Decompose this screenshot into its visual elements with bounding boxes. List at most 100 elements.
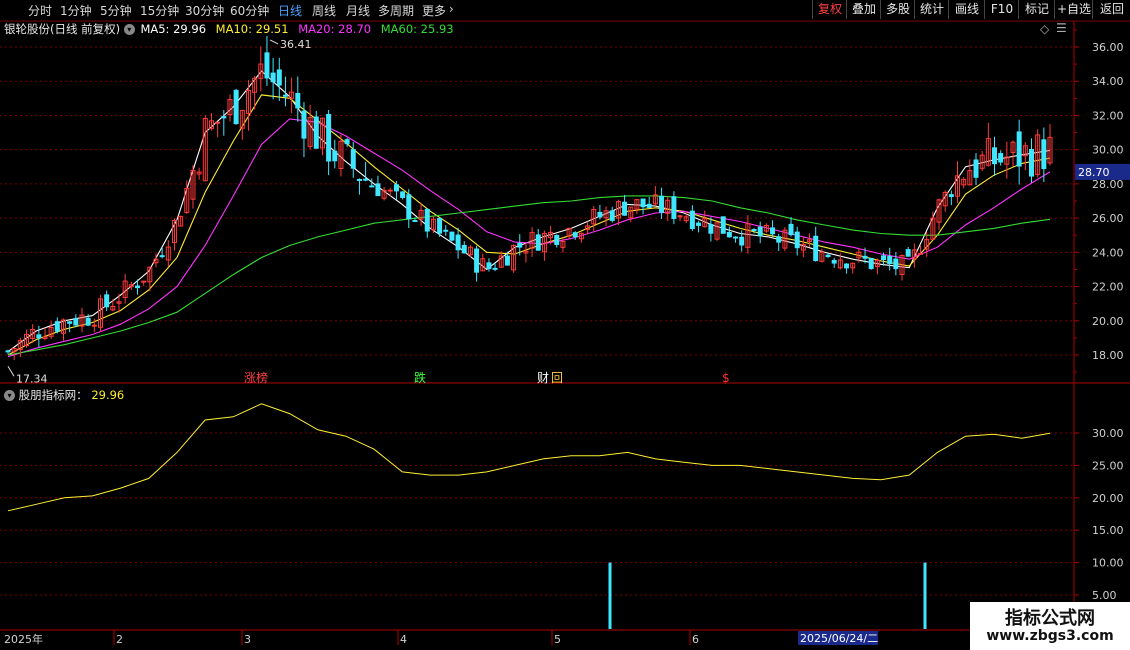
candle-down	[73, 318, 79, 326]
candle-up	[511, 244, 517, 271]
candle-up	[634, 199, 640, 210]
candle-up	[48, 327, 54, 337]
candle-up	[467, 246, 473, 256]
candle-down	[301, 110, 307, 139]
toolbar-button[interactable]: 画线	[948, 0, 985, 19]
candle-down	[406, 194, 412, 220]
diamond-icon[interactable]: ◇	[1040, 22, 1049, 36]
toolbar-button[interactable]: +自选	[1054, 0, 1093, 19]
toolbar-button[interactable]: 统计	[914, 0, 949, 19]
candle-up	[615, 201, 621, 219]
last-price-tag-label: 28.70	[1078, 166, 1110, 179]
candle-down	[708, 223, 714, 234]
candle-up	[930, 217, 936, 240]
candle-down	[282, 94, 288, 97]
candle-down	[134, 285, 140, 289]
indicator-label: 股朋指标网：	[18, 388, 88, 402]
indicator-tick-label: 25.00	[1092, 459, 1124, 472]
candle-down	[973, 159, 979, 178]
month-label: 5	[554, 633, 561, 646]
candle-up	[578, 232, 584, 240]
candle-up	[911, 249, 917, 260]
candle-down	[270, 72, 276, 83]
timeframe-tab[interactable]: 1分钟	[60, 2, 92, 19]
candle-up	[541, 232, 547, 253]
candle-down	[313, 116, 319, 149]
candle-down	[455, 234, 461, 251]
indicator-tick-label: 10.00	[1092, 557, 1124, 570]
candle-up	[585, 225, 591, 231]
hamburger-icon[interactable]: ☰	[1056, 21, 1067, 35]
toolbar-button[interactable]: 标记	[1018, 0, 1055, 19]
candle-up	[227, 99, 233, 116]
candle-up	[258, 63, 264, 79]
ma-line-ma10	[7, 94, 1051, 356]
candle-up	[319, 117, 325, 149]
candle-up	[128, 284, 134, 288]
timeframe-tab[interactable]: 60分钟	[230, 2, 269, 19]
candle-up	[714, 222, 720, 240]
ma-line-ma5	[7, 70, 1051, 353]
candle-up	[837, 259, 843, 269]
candle-down	[640, 198, 646, 208]
toolbar-button[interactable]: 返回	[1092, 0, 1130, 19]
candle-up	[745, 223, 751, 248]
timeframe-tab[interactable]: 15分钟	[140, 2, 179, 19]
watermark-url: www.zbgs3.com	[986, 628, 1114, 644]
candle-down	[751, 228, 757, 231]
candle-up	[924, 239, 930, 250]
candle-down	[517, 242, 523, 248]
candle-down	[159, 255, 165, 258]
candle-up	[819, 251, 825, 262]
timeframe-tab[interactable]: 30分钟	[185, 2, 224, 19]
candle-up	[116, 301, 122, 304]
timeframe-tab[interactable]: 月线	[346, 2, 370, 19]
timeframe-tab[interactable]: 周线	[312, 2, 336, 19]
month-label: 4	[400, 633, 407, 646]
toolbar-button[interactable]: 叠加	[846, 0, 881, 19]
candle-up	[165, 246, 171, 261]
candle-down	[295, 92, 301, 109]
candle-down	[264, 52, 270, 79]
candle-down	[504, 255, 510, 266]
candle-down	[757, 226, 763, 237]
candle-down	[554, 234, 560, 245]
candle-down	[788, 223, 794, 236]
candle-down	[1016, 131, 1022, 167]
ma5-label: MA5: 29.96	[140, 22, 207, 36]
candle-up	[967, 170, 973, 186]
candle-up	[245, 89, 251, 114]
candle-down	[1041, 139, 1047, 170]
candle-up	[30, 328, 36, 339]
indicator-line	[7, 403, 1051, 512]
candle-up	[11, 347, 17, 353]
candle-up	[208, 120, 214, 129]
price-tick-label: 34.00	[1092, 75, 1124, 88]
menu-icon[interactable]: ▾	[123, 24, 135, 35]
timeframe-tab[interactable]: 分时	[28, 2, 52, 19]
toolbar-button[interactable]: 复权	[812, 0, 847, 19]
timeframe-tab[interactable]: 多周期	[378, 2, 414, 19]
candle-up	[1004, 156, 1010, 165]
candle-up	[387, 189, 393, 192]
timeframe-tab[interactable]: 日线	[278, 2, 302, 19]
toolbar-button[interactable]: 多股	[880, 0, 915, 19]
timeframe-tab[interactable]: 5分钟	[100, 2, 132, 19]
stock-chart[interactable]: 36.41 17.34 18.00 20.00 22.00 24.00 26.00 28.0…	[0, 0, 1130, 650]
toolbar-button[interactable]: F10	[984, 0, 1019, 19]
candle-up	[1047, 136, 1053, 164]
candle-up	[307, 117, 313, 147]
candle-up	[560, 241, 566, 248]
month-label: 3	[244, 633, 251, 646]
indicator-menu-icon[interactable]: ▾	[4, 390, 15, 401]
candle-down	[770, 227, 776, 235]
candle-up	[430, 218, 436, 231]
more-chevron-icon[interactable]: ›	[449, 2, 454, 16]
candle-down	[233, 89, 239, 125]
event-marker: 财	[537, 371, 549, 385]
timeframe-tab[interactable]: 更多	[422, 2, 446, 19]
candle-down	[881, 255, 887, 261]
candle-up	[91, 324, 97, 327]
ma-info-bar: 银轮股份(日线 前复权) ▾ MA5: 29.96 MA10: 29.51 MA…	[4, 21, 454, 37]
candle-up	[955, 175, 961, 197]
